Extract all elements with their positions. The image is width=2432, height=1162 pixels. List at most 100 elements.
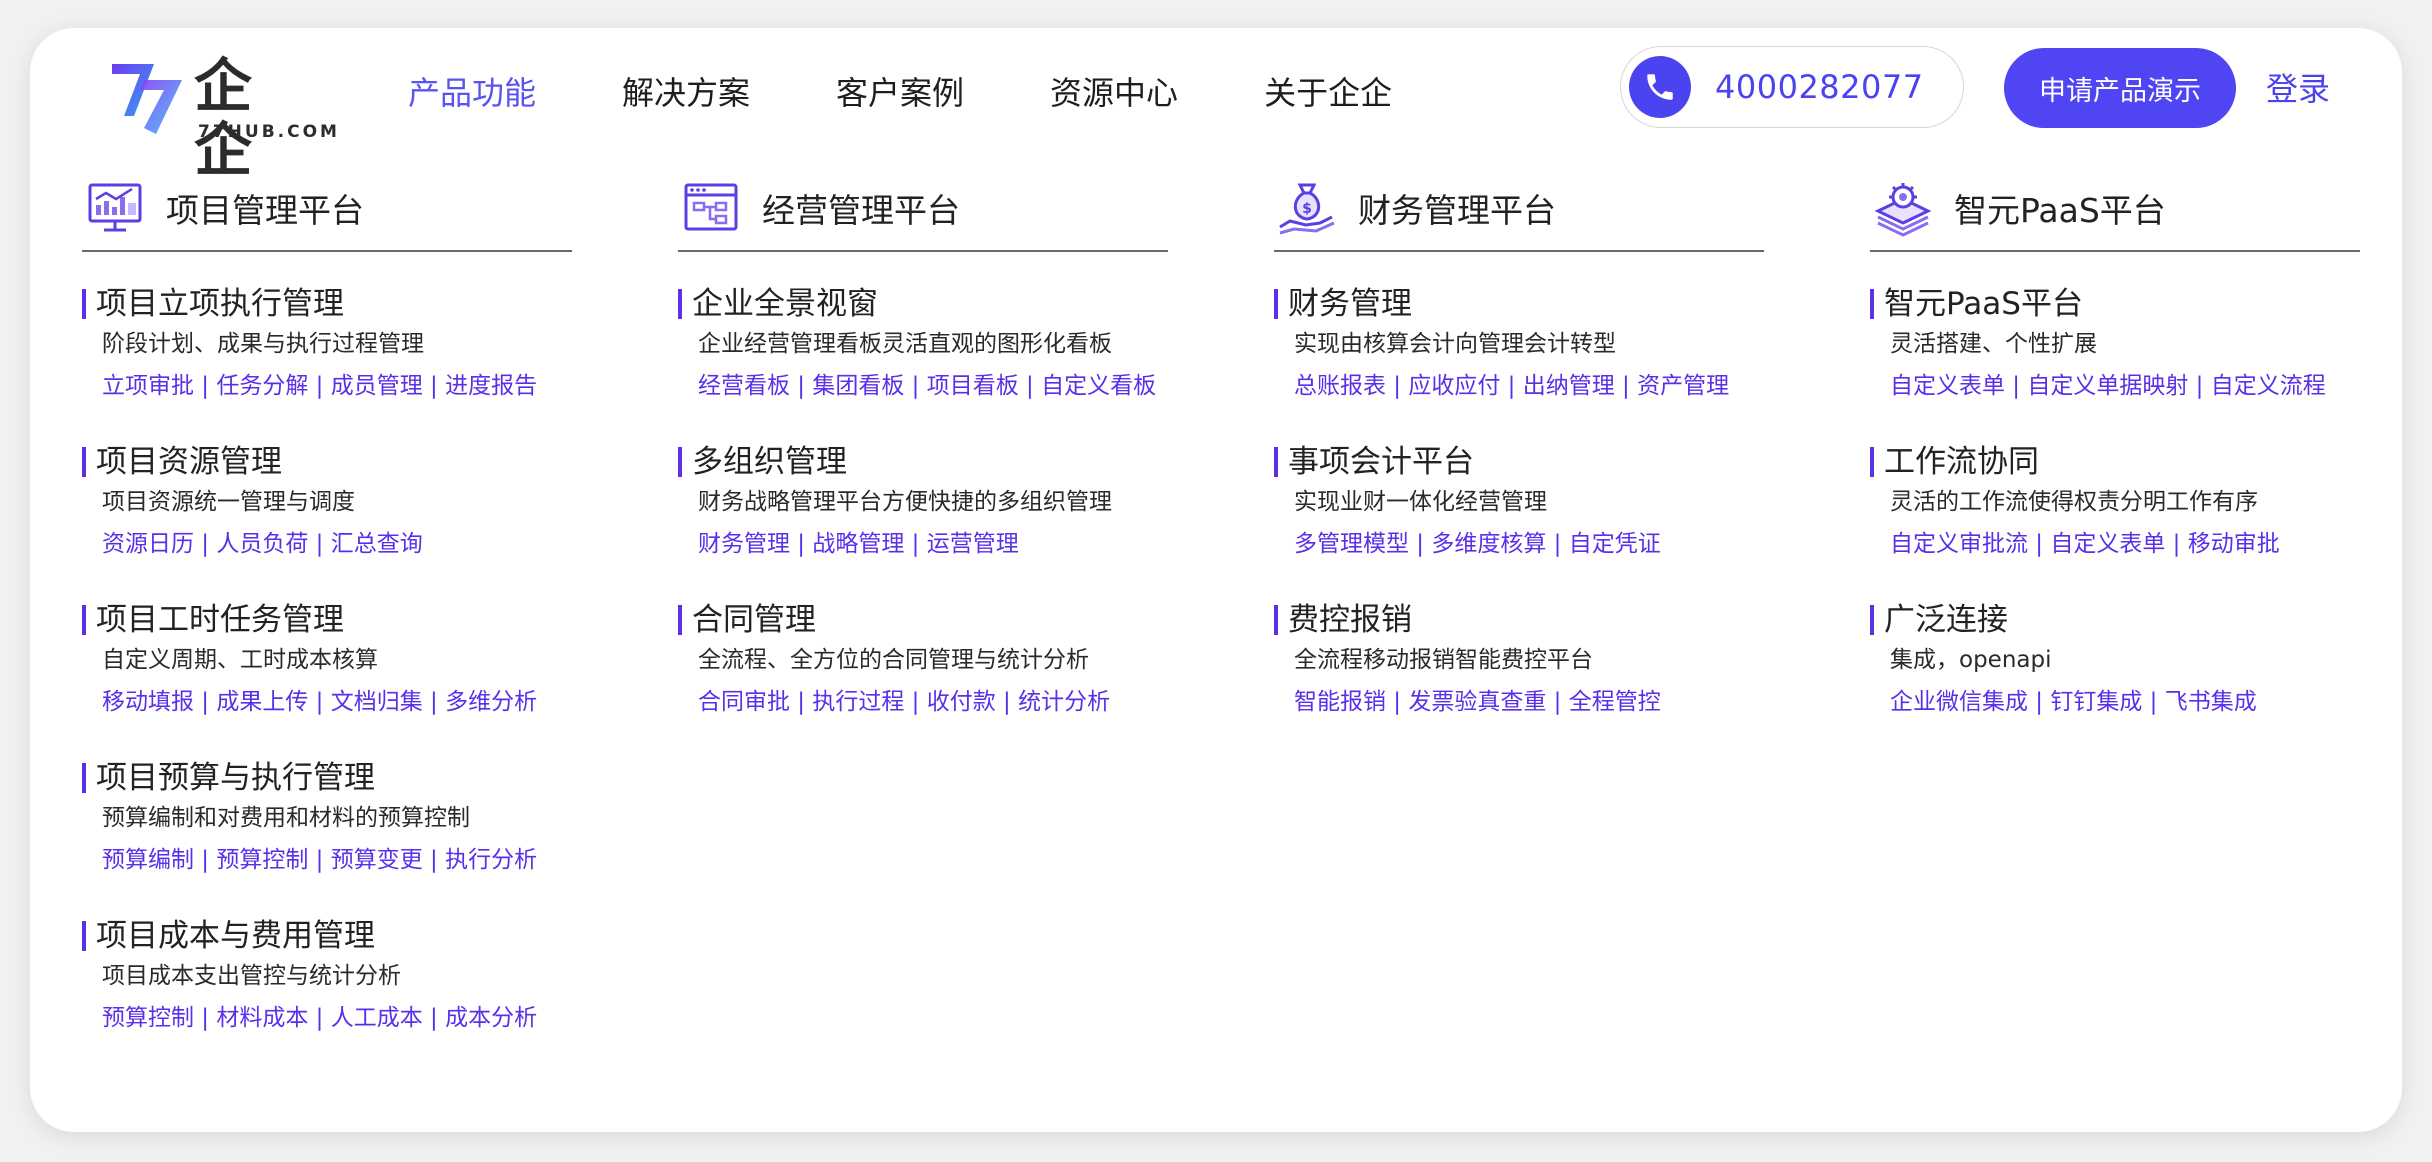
feature-link[interactable]: 汇总查询 xyxy=(331,531,423,557)
feature-link[interactable]: 预算变更 xyxy=(331,847,423,873)
item-title[interactable]: 合同管理 xyxy=(678,600,1168,640)
nav-item-resources[interactable]: 资源中心 xyxy=(1050,72,1178,114)
column-divider xyxy=(82,250,572,252)
feature-link[interactable]: 立项审批 xyxy=(102,373,194,399)
feature-link[interactable]: 资源日历 xyxy=(102,531,194,557)
feature-link[interactable]: 战略管理 xyxy=(812,531,904,557)
gear-stack-icon xyxy=(1874,183,1932,237)
column-paas-platform: 智元PaaS平台 智元PaaS平台 灵活搭建、个性扩展 自定义表单 | 自定义单… xyxy=(1870,178,2360,758)
item-links: 多管理模型 | 多维度核算 | 自定凭证 xyxy=(1294,531,1661,557)
feature-link[interactable]: 集团看板 xyxy=(812,373,904,399)
nav-item-solutions[interactable]: 解决方案 xyxy=(622,72,750,114)
item-description: 企业经营管理看板灵活直观的图形化看板 xyxy=(698,331,1112,357)
list-item: 项目资源管理 项目资源统一管理与调度 资源日历 | 人员负荷 | 汇总查询 xyxy=(82,442,572,564)
feature-link[interactable]: 人工成本 xyxy=(331,1005,423,1031)
feature-link[interactable]: 自定义表单 xyxy=(2050,531,2165,557)
svg-text:$: $ xyxy=(1302,201,1312,217)
feature-link[interactable]: 执行过程 xyxy=(812,689,904,715)
item-links: 资源日历 | 人员负荷 | 汇总查询 xyxy=(102,531,423,557)
feature-link[interactable]: 飞书集成 xyxy=(2165,689,2257,715)
feature-link[interactable]: 运营管理 xyxy=(927,531,1019,557)
feature-link[interactable]: 预算编制 xyxy=(102,847,194,873)
column-project-management: 项目管理平台 项目立项执行管理 阶段计划、成果与执行过程管理 立项审批 | 任务… xyxy=(82,178,572,1074)
feature-link[interactable]: 自定义流程 xyxy=(2211,373,2326,399)
column-title: 财务管理平台 xyxy=(1358,191,1556,230)
feature-link[interactable]: 移动审批 xyxy=(2188,531,2280,557)
feature-link[interactable]: 智能报销 xyxy=(1294,689,1386,715)
feature-link[interactable]: 自定义表单 xyxy=(1890,373,2005,399)
column-operations-management: 经营管理平台 企业全景视窗 企业经营管理看板灵活直观的图形化看板 经营看板 | … xyxy=(678,178,1168,758)
feature-link[interactable]: 成本分析 xyxy=(445,1005,537,1031)
item-title[interactable]: 项目预算与执行管理 xyxy=(82,758,572,798)
item-title[interactable]: 智元PaaS平台 xyxy=(1870,284,2360,324)
feature-link[interactable]: 自定义单据映射 xyxy=(2027,373,2188,399)
item-description: 全流程移动报销智能费控平台 xyxy=(1294,647,1593,673)
feature-link[interactable]: 文档归集 xyxy=(331,689,423,715)
item-title[interactable]: 工作流协同 xyxy=(1870,442,2360,482)
feature-link[interactable]: 执行分析 xyxy=(445,847,537,873)
list-item: 多组织管理 财务战略管理平台方便快捷的多组织管理 财务管理 | 战略管理 | 运… xyxy=(678,442,1168,564)
column-header: $ 财务管理平台 xyxy=(1274,178,1764,238)
feature-link[interactable]: 多维分析 xyxy=(445,689,537,715)
feature-link[interactable]: 合同审批 xyxy=(698,689,790,715)
item-description: 实现由核算会计向管理会计转型 xyxy=(1294,331,1616,357)
feature-link[interactable]: 企业微信集成 xyxy=(1890,689,2028,715)
request-demo-button[interactable]: 申请产品演示 xyxy=(2004,48,2236,128)
feature-link[interactable]: 人员负荷 xyxy=(216,531,308,557)
feature-link[interactable]: 成员管理 xyxy=(331,373,423,399)
item-description: 项目资源统一管理与调度 xyxy=(102,489,355,515)
item-title[interactable]: 企业全景视窗 xyxy=(678,284,1168,324)
feature-link[interactable]: 经营看板 xyxy=(698,373,790,399)
feature-link[interactable]: 自定义看板 xyxy=(1041,373,1156,399)
item-description: 全流程、全方位的合同管理与统计分析 xyxy=(698,647,1089,673)
list-item: 项目工时任务管理 自定义周期、工时成本核算 移动填报 | 成果上传 | 文档归集… xyxy=(82,600,572,722)
item-list: 企业全景视窗 企业经营管理看板灵活直观的图形化看板 经营看板 | 集团看板 | … xyxy=(678,284,1168,722)
item-title[interactable]: 事项会计平台 xyxy=(1274,442,1764,482)
item-links: 自定义表单 | 自定义单据映射 | 自定义流程 xyxy=(1890,373,2326,399)
login-link[interactable]: 登录 xyxy=(2266,64,2330,110)
list-item: 项目立项执行管理 阶段计划、成果与执行过程管理 立项审批 | 任务分解 | 成员… xyxy=(82,284,572,406)
feature-link[interactable]: 财务管理 xyxy=(698,531,790,557)
feature-link[interactable]: 预算控制 xyxy=(102,1005,194,1031)
feature-link[interactable]: 预算控制 xyxy=(216,847,308,873)
nav-item-cases[interactable]: 客户案例 xyxy=(836,72,964,114)
item-title[interactable]: 广泛连接 xyxy=(1870,600,2360,640)
nav-item-products[interactable]: 产品功能 xyxy=(408,72,536,114)
feature-link[interactable]: 钉钉集成 xyxy=(2050,689,2142,715)
feature-link[interactable]: 总账报表 xyxy=(1294,373,1386,399)
feature-link[interactable]: 成果上传 xyxy=(216,689,308,715)
item-links: 财务管理 | 战略管理 | 运营管理 xyxy=(698,531,1019,557)
feature-link[interactable]: 收付款 xyxy=(927,689,996,715)
feature-link[interactable]: 自定凭证 xyxy=(1569,531,1661,557)
feature-link[interactable]: 材料成本 xyxy=(216,1005,308,1031)
feature-link[interactable]: 进度报告 xyxy=(445,373,537,399)
feature-link[interactable]: 全程管控 xyxy=(1569,689,1661,715)
column-title: 经营管理平台 xyxy=(762,191,960,230)
item-title[interactable]: 费控报销 xyxy=(1274,600,1764,640)
feature-link[interactable]: 任务分解 xyxy=(216,373,308,399)
item-title[interactable]: 项目工时任务管理 xyxy=(82,600,572,640)
phone-number: 4000282077 xyxy=(1715,68,1924,106)
feature-link[interactable]: 统计分析 xyxy=(1018,689,1110,715)
list-item: 项目预算与执行管理 预算编制和对费用和材料的预算控制 预算编制 | 预算控制 |… xyxy=(82,758,572,880)
item-title[interactable]: 财务管理 xyxy=(1274,284,1764,324)
logo[interactable]: 企企 77HUB.COM xyxy=(110,50,337,182)
list-item: 财务管理 实现由核算会计向管理会计转型 总账报表 | 应收应付 | 出纳管理 |… xyxy=(1274,284,1764,406)
feature-link[interactable]: 多维度核算 xyxy=(1431,531,1546,557)
feature-link[interactable]: 出纳管理 xyxy=(1523,373,1615,399)
phone-icon xyxy=(1629,56,1691,118)
feature-link[interactable]: 应收应付 xyxy=(1408,373,1500,399)
feature-link[interactable]: 多管理模型 xyxy=(1294,531,1409,557)
phone-contact[interactable]: 4000282077 xyxy=(1620,46,1964,128)
nav-item-about[interactable]: 关于企企 xyxy=(1264,72,1392,114)
item-title[interactable]: 项目成本与费用管理 xyxy=(82,916,572,956)
item-links: 智能报销 | 发票验真查重 | 全程管控 xyxy=(1294,689,1661,715)
feature-link[interactable]: 资产管理 xyxy=(1637,373,1729,399)
item-title[interactable]: 多组织管理 xyxy=(678,442,1168,482)
item-title[interactable]: 项目立项执行管理 xyxy=(82,284,572,324)
feature-link[interactable]: 移动填报 xyxy=(102,689,194,715)
feature-link[interactable]: 自定义审批流 xyxy=(1890,531,2028,557)
feature-link[interactable]: 项目看板 xyxy=(927,373,1019,399)
item-title[interactable]: 项目资源管理 xyxy=(82,442,572,482)
feature-link[interactable]: 发票验真查重 xyxy=(1408,689,1546,715)
